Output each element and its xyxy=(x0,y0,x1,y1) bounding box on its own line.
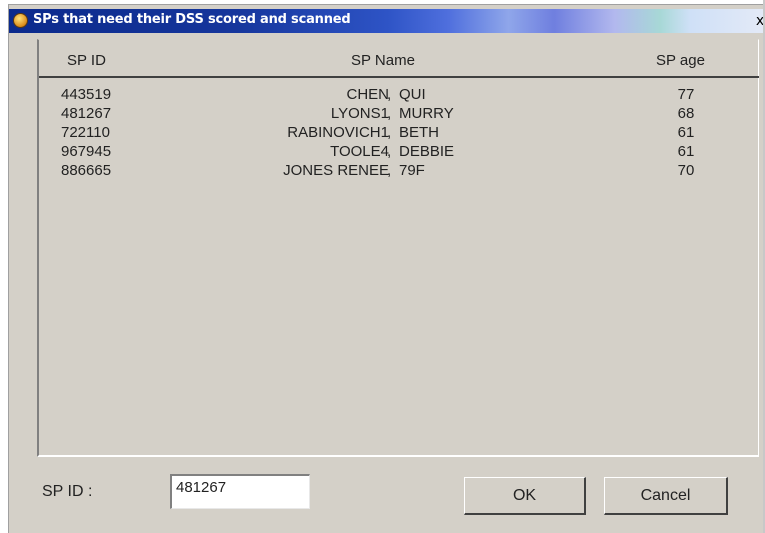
sp-last-name-cell: JONES RENEE xyxy=(283,162,389,179)
name-separator: , xyxy=(387,162,392,179)
sp-age-cell: 68 xyxy=(677,105,695,122)
sp-first-name-cell: 79F xyxy=(399,162,425,179)
sp-id-cell: 481267 xyxy=(61,105,112,122)
app-icon xyxy=(13,13,28,28)
sp-age-cell: 61 xyxy=(677,124,695,141)
sp-id-label: SP ID : xyxy=(42,483,93,500)
sp-id-cell: 443519 xyxy=(61,86,112,103)
dialog-window: SPs that need their DSS scored and scann… xyxy=(8,4,765,533)
list-row[interactable]: 481267 LYONS1 , MURRY 68 xyxy=(39,105,759,124)
sp-age-cell: 77 xyxy=(677,86,695,103)
list-row[interactable]: 443519 CHEN , QUI 77 xyxy=(39,86,759,105)
sp-id-cell: 886665 xyxy=(61,162,112,179)
list-header: SP ID SP Name SP age xyxy=(39,40,759,78)
column-header-sp-id[interactable]: SP ID xyxy=(67,52,106,69)
sp-last-name-cell: LYONS1 xyxy=(330,105,389,122)
sp-age-cell: 61 xyxy=(677,143,695,160)
sp-last-name-cell: TOOLE4 xyxy=(330,143,389,160)
sp-id-input[interactable] xyxy=(170,474,310,509)
sp-first-name-cell: MURRY xyxy=(399,105,454,122)
sp-first-name-cell: DEBBIE xyxy=(399,143,455,160)
list-rows: 443519 CHEN , QUI 77 481267 LYONS1 , MUR… xyxy=(39,86,759,181)
sp-last-name-cell: CHEN xyxy=(346,86,389,103)
sp-last-name-cell: RABINOVICH1 xyxy=(287,124,389,141)
sp-age-cell: 70 xyxy=(677,162,695,179)
sp-id-cell: 722110 xyxy=(61,124,110,141)
sp-id-cell: 967945 xyxy=(61,143,112,160)
title-bar[interactable]: SPs that need their DSS scored and scann… xyxy=(9,9,765,33)
name-separator: , xyxy=(387,143,392,160)
window-title: SPs that need their DSS scored and scann… xyxy=(33,12,351,27)
list-row[interactable]: 886665 JONES RENEE , 79F 70 xyxy=(39,162,759,181)
sp-list[interactable]: SP ID SP Name SP age 443519 CHEN , QUI 7… xyxy=(37,39,759,457)
name-separator: , xyxy=(387,105,392,122)
column-header-sp-name[interactable]: SP Name xyxy=(351,52,415,69)
cancel-button[interactable]: Cancel xyxy=(604,477,728,515)
sp-first-name-cell: QUI xyxy=(399,86,426,103)
list-row[interactable]: 967945 TOOLE4 , DEBBIE 61 xyxy=(39,143,759,162)
sp-first-name-cell: BETH xyxy=(399,124,440,141)
ok-button[interactable]: OK xyxy=(464,477,586,515)
list-row[interactable]: 722110 RABINOVICH1 , BETH 61 xyxy=(39,124,759,143)
column-header-sp-age[interactable]: SP age xyxy=(656,52,705,69)
name-separator: , xyxy=(387,124,392,141)
name-separator: , xyxy=(387,86,392,103)
